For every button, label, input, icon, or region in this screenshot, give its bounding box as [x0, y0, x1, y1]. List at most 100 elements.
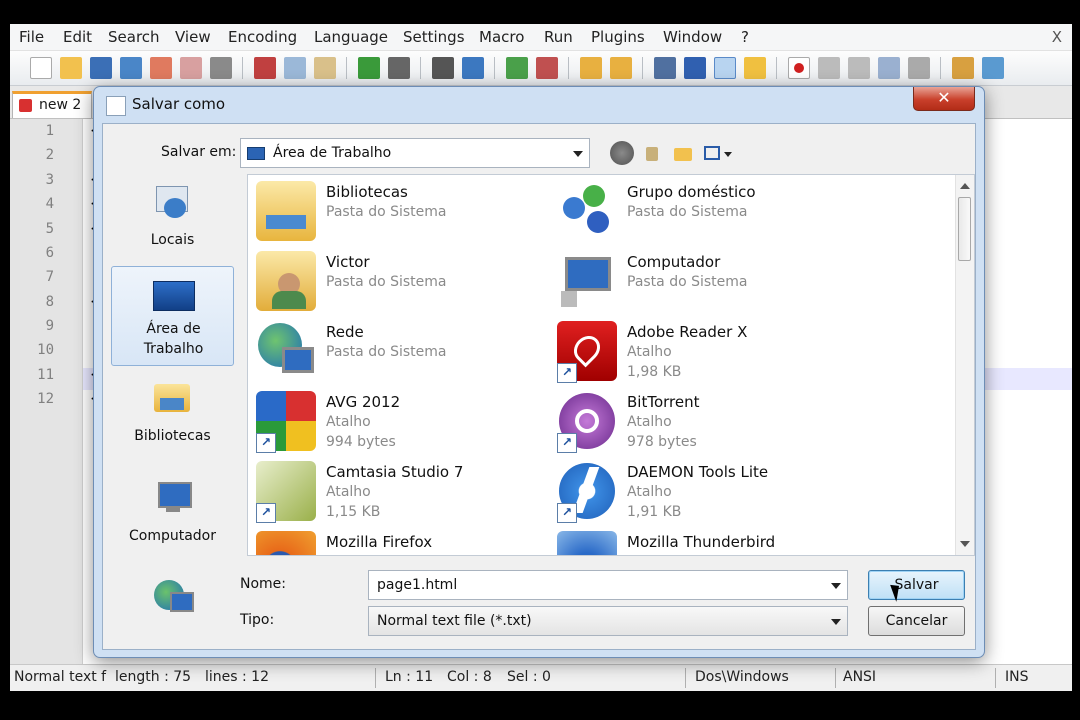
redo-icon[interactable]: [388, 57, 410, 79]
file-name: Mozilla Thunderbird: [627, 533, 776, 551]
view-menu-icon[interactable]: [701, 141, 735, 165]
sync-horizontal-icon[interactable]: [610, 57, 632, 79]
menu-run[interactable]: Run: [544, 28, 573, 46]
shortcut-arrow-icon: ↗: [557, 503, 577, 523]
menu-window[interactable]: Window: [663, 28, 722, 46]
file-name: DAEMON Tools Lite: [627, 463, 769, 481]
record-macro-icon[interactable]: [788, 57, 810, 79]
file-list[interactable]: Bibliotecas Pasta do Sistema Grupo domés…: [247, 174, 975, 556]
close-icon[interactable]: [150, 57, 172, 79]
menu-encoding[interactable]: Encoding: [228, 28, 297, 46]
file-name: Bibliotecas: [326, 183, 408, 201]
file-type-label: Tipo:: [240, 612, 275, 628]
save-icon[interactable]: [90, 57, 112, 79]
show-all-chars-icon[interactable]: [684, 57, 706, 79]
menu-search[interactable]: Search: [108, 28, 160, 46]
network-icon: [152, 578, 194, 618]
line-number-gutter: 1 2 3 4 5 6 7 8 9 10 11 12: [10, 119, 83, 667]
undo-icon[interactable]: [358, 57, 380, 79]
run-macro-multiple-icon[interactable]: [878, 57, 900, 79]
file-item[interactable]: Computador Pasta do Sistema: [553, 249, 843, 317]
scroll-up-icon[interactable]: [960, 183, 970, 189]
dialog-close-button[interactable]: ✕: [913, 87, 975, 111]
plugin-icon[interactable]: [952, 57, 974, 79]
scrollbar-thumb[interactable]: [958, 197, 971, 261]
copy-icon[interactable]: [284, 57, 306, 79]
menu-macro[interactable]: Macro: [479, 28, 524, 46]
chevron-down-icon[interactable]: [831, 583, 841, 589]
file-item[interactable]: Mozilla Firefox: [252, 529, 542, 555]
line-number: 3: [45, 172, 54, 188]
sync-vertical-icon[interactable]: [580, 57, 602, 79]
line-number: 9: [45, 318, 54, 334]
status-bar: Normal text f length : 75 lines : 12 Ln …: [10, 664, 1072, 691]
file-name: Adobe Reader X: [627, 323, 748, 341]
file-name: BitTorrent: [627, 393, 700, 411]
status-lines: lines : 12: [205, 669, 269, 685]
save-all-icon[interactable]: [120, 57, 142, 79]
save-button[interactable]: Salvar: [868, 570, 965, 600]
menu-help[interactable]: ?: [741, 28, 749, 46]
menu-language[interactable]: Language: [314, 28, 388, 46]
place-computer[interactable]: Computador: [111, 474, 234, 554]
menu-settings[interactable]: Settings: [403, 28, 465, 46]
menu-view[interactable]: View: [175, 28, 211, 46]
line-number: 10: [37, 342, 54, 358]
file-item[interactable]: ↗ DAEMON Tools Lite Atalho 1,91 KB: [553, 459, 843, 527]
word-wrap-icon[interactable]: [654, 57, 676, 79]
spell-check-icon[interactable]: [982, 57, 1004, 79]
file-list-scrollbar[interactable]: [955, 175, 974, 555]
user-folder-icon: [256, 251, 316, 311]
cut-icon[interactable]: [254, 57, 276, 79]
place-label: Área de Trabalho: [143, 321, 204, 357]
tab-new-2[interactable]: new 2: [12, 91, 92, 118]
stop-macro-icon[interactable]: [818, 57, 840, 79]
file-type: Pasta do Sistema: [627, 274, 748, 290]
file-item[interactable]: ↗ Adobe Reader X Atalho 1,98 KB: [553, 319, 843, 387]
file-type: Pasta do Sistema: [326, 274, 447, 290]
scroll-down-icon[interactable]: [960, 541, 970, 547]
paste-icon[interactable]: [314, 57, 336, 79]
file-name-input[interactable]: page1.html: [368, 570, 848, 600]
line-number: 8: [45, 294, 54, 310]
file-item[interactable]: Bibliotecas Pasta do Sistema: [252, 179, 542, 247]
place-libraries[interactable]: Bibliotecas: [111, 374, 234, 454]
replace-icon[interactable]: [462, 57, 484, 79]
file-item[interactable]: Rede Pasta do Sistema: [252, 319, 542, 387]
new-folder-icon[interactable]: [671, 141, 695, 165]
libraries-icon: [152, 378, 192, 418]
new-file-icon[interactable]: [30, 57, 52, 79]
find-icon[interactable]: [432, 57, 454, 79]
file-name-label: Nome:: [240, 576, 287, 592]
play-macro-icon[interactable]: [848, 57, 870, 79]
menu-plugins[interactable]: Plugins: [591, 28, 645, 46]
indent-guide-icon[interactable]: [714, 57, 736, 79]
save-in-dropdown[interactable]: Área de Trabalho: [240, 138, 590, 168]
open-file-icon[interactable]: [60, 57, 82, 79]
menu-file[interactable]: File: [19, 28, 44, 46]
file-item[interactable]: ↗ BitTorrent Atalho 978 bytes: [553, 389, 843, 457]
file-item[interactable]: ↗ AVG 2012 Atalho 994 bytes: [252, 389, 542, 457]
file-item[interactable]: Grupo doméstico Pasta do Sistema: [553, 179, 843, 247]
menu-edit[interactable]: Edit: [63, 28, 92, 46]
close-all-icon[interactable]: [180, 57, 202, 79]
cancel-button[interactable]: Cancelar: [868, 606, 965, 636]
close-document-icon[interactable]: X: [1052, 28, 1062, 46]
file-item[interactable]: Victor Pasta do Sistema: [252, 249, 542, 317]
file-type: Pasta do Sistema: [326, 344, 447, 360]
place-desktop[interactable]: Área de Trabalho: [111, 266, 234, 366]
back-icon[interactable]: [610, 141, 634, 165]
save-macro-icon[interactable]: [908, 57, 930, 79]
file-item[interactable]: ↗ Camtasia Studio 7 Atalho 1,15 KB: [252, 459, 542, 527]
doc-map-icon[interactable]: [744, 57, 766, 79]
zoom-in-icon[interactable]: [506, 57, 528, 79]
print-icon[interactable]: [210, 57, 232, 79]
up-folder-icon[interactable]: [640, 141, 664, 165]
place-recent[interactable]: Locais: [111, 174, 234, 262]
zoom-out-icon[interactable]: [536, 57, 558, 79]
file-type-value: Normal text file (*.txt): [377, 613, 532, 629]
place-network[interactable]: [111, 574, 234, 634]
file-item[interactable]: Mozilla Thunderbird: [553, 529, 843, 555]
file-type: Pasta do Sistema: [627, 204, 748, 220]
file-type-dropdown[interactable]: Normal text file (*.txt): [368, 606, 848, 636]
